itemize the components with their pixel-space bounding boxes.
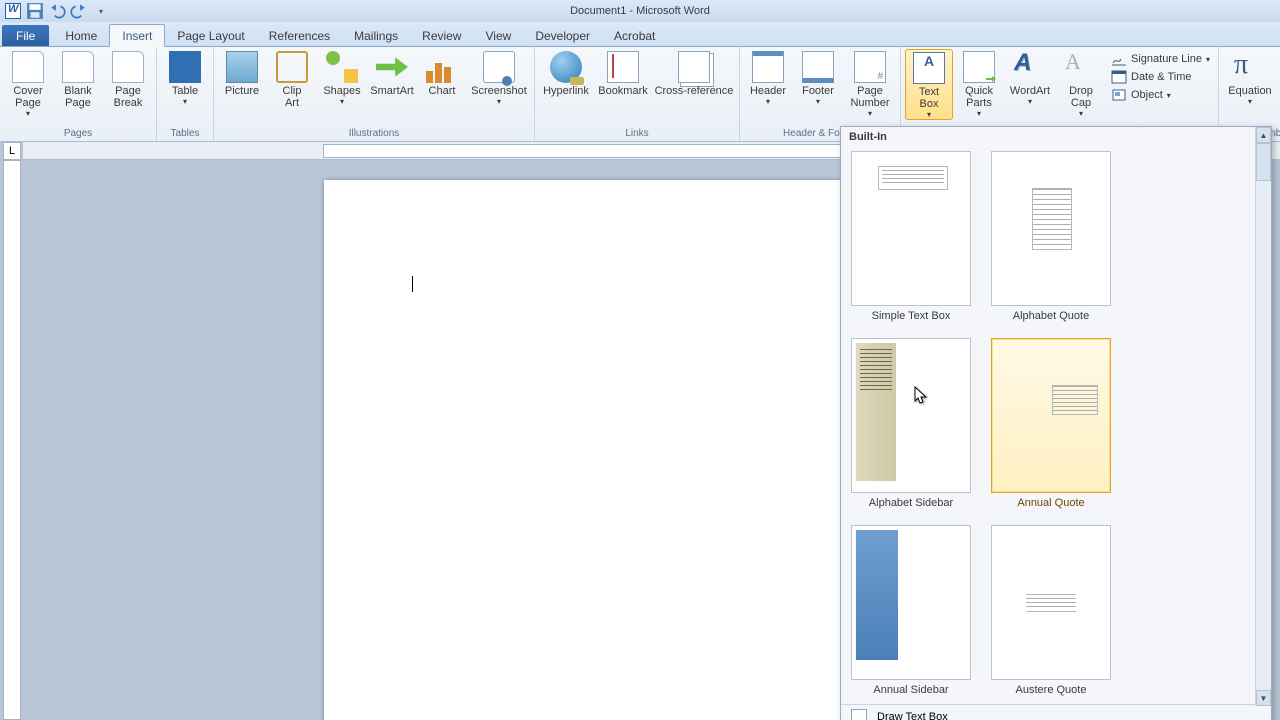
- undo-icon[interactable]: [48, 2, 66, 20]
- object-button[interactable]: Object ▾: [1111, 87, 1210, 103]
- gallery-item-austere-quote[interactable]: Austere Quote: [991, 525, 1111, 696]
- gallery-scrollbar[interactable]: ▲ ▼: [1255, 127, 1271, 706]
- qat-customize-icon[interactable]: ▾: [92, 2, 110, 20]
- gallery-section-header: Built-In: [841, 127, 1271, 147]
- page-break-button[interactable]: Page Break: [104, 49, 152, 109]
- group-links: Hyperlink Bookmark Cross-reference Links: [535, 47, 740, 141]
- group-label-illustrations: Illustrations: [349, 127, 400, 140]
- window-title: Document1 - Microsoft Word: [0, 5, 1280, 17]
- vertical-ruler[interactable]: [3, 160, 21, 720]
- date-time-button[interactable]: Date & Time: [1111, 69, 1210, 85]
- gallery-item-annual-quote[interactable]: Annual Quote: [991, 338, 1111, 509]
- picture-button[interactable]: Picture: [218, 49, 266, 97]
- text-box-button[interactable]: Text Box▾: [905, 49, 953, 120]
- table-button[interactable]: Table▾: [161, 49, 209, 106]
- screenshot-button[interactable]: Screenshot▾: [468, 49, 530, 106]
- signature-line-button[interactable]: Signature Line ▾: [1111, 51, 1210, 67]
- equation-button[interactable]: Equation▾: [1223, 49, 1277, 106]
- signature-icon: [1111, 51, 1127, 67]
- tab-selector[interactable]: L: [3, 142, 21, 160]
- page-number-button[interactable]: Page Number▾: [844, 49, 896, 118]
- text-cursor: [412, 276, 413, 292]
- scroll-up-icon[interactable]: ▲: [1256, 127, 1271, 143]
- gallery-item-alphabet-sidebar[interactable]: Alphabet Sidebar: [851, 338, 971, 509]
- drop-cap-button[interactable]: Drop Cap▾: [1057, 49, 1105, 118]
- group-tables: Table▾ Tables: [157, 47, 214, 141]
- group-label-links: Links: [625, 127, 648, 140]
- object-icon: [1111, 87, 1127, 103]
- quick-parts-button[interactable]: Quick Parts▾: [955, 49, 1003, 118]
- header-button[interactable]: Header▾: [744, 49, 792, 106]
- clipart-button[interactable]: Clip Art: [268, 49, 316, 109]
- chart-button[interactable]: Chart: [418, 49, 466, 97]
- tab-acrobat[interactable]: Acrobat: [602, 25, 667, 46]
- tab-home[interactable]: Home: [53, 25, 109, 46]
- app-icon[interactable]: [4, 2, 22, 20]
- footer-button[interactable]: Footer▾: [794, 49, 842, 106]
- text-box-gallery: Built-In Simple Text Box Alphabet Quote …: [840, 126, 1272, 720]
- draw-text-box-item[interactable]: Draw Text Box: [841, 705, 1271, 720]
- tab-references[interactable]: References: [257, 25, 342, 46]
- tab-insert[interactable]: Insert: [109, 24, 165, 47]
- smartart-button[interactable]: SmartArt: [368, 49, 416, 97]
- save-icon[interactable]: [26, 2, 44, 20]
- tab-page-layout[interactable]: Page Layout: [165, 25, 256, 46]
- tab-mailings[interactable]: Mailings: [342, 25, 410, 46]
- group-label-pages: Pages: [64, 127, 92, 140]
- document-workspace: L Built-In Simple Text Box Alphabet Quot…: [0, 142, 1280, 720]
- group-label-tables: Tables: [171, 127, 200, 140]
- bookmark-button[interactable]: Bookmark: [595, 49, 651, 97]
- group-illustrations: Picture Clip Art Shapes▾ SmartArt Chart …: [214, 47, 535, 141]
- blank-page-button[interactable]: Blank Page: [54, 49, 102, 109]
- cover-page-button[interactable]: Cover Page▾: [4, 49, 52, 118]
- shapes-button[interactable]: Shapes▾: [318, 49, 366, 106]
- tab-developer[interactable]: Developer: [523, 25, 602, 46]
- calendar-icon: [1111, 69, 1127, 85]
- tab-file[interactable]: File: [2, 25, 49, 46]
- mouse-cursor: [914, 386, 928, 406]
- quick-access-toolbar: ▾: [0, 2, 110, 20]
- cross-reference-button[interactable]: Cross-reference: [653, 49, 735, 97]
- redo-icon[interactable]: [70, 2, 88, 20]
- hyperlink-button[interactable]: Hyperlink: [539, 49, 593, 97]
- tab-view[interactable]: View: [474, 25, 524, 46]
- draw-textbox-icon: [851, 709, 867, 720]
- gallery-item-alphabet-quote[interactable]: Alphabet Quote: [991, 151, 1111, 322]
- ribbon-tabs: File Home Insert Page Layout References …: [0, 22, 1280, 47]
- tab-review[interactable]: Review: [410, 25, 473, 46]
- scroll-down-icon[interactable]: ▼: [1256, 690, 1271, 706]
- title-bar: ▾ Document1 - Microsoft Word: [0, 0, 1280, 22]
- scroll-thumb[interactable]: [1256, 143, 1271, 181]
- gallery-item-simple-text-box[interactable]: Simple Text Box: [851, 151, 971, 322]
- gallery-item-annual-sidebar[interactable]: Annual Sidebar: [851, 525, 971, 696]
- wordart-button[interactable]: WordArt▾: [1005, 49, 1055, 106]
- group-pages: Cover Page▾ Blank Page Page Break Pages: [0, 47, 157, 141]
